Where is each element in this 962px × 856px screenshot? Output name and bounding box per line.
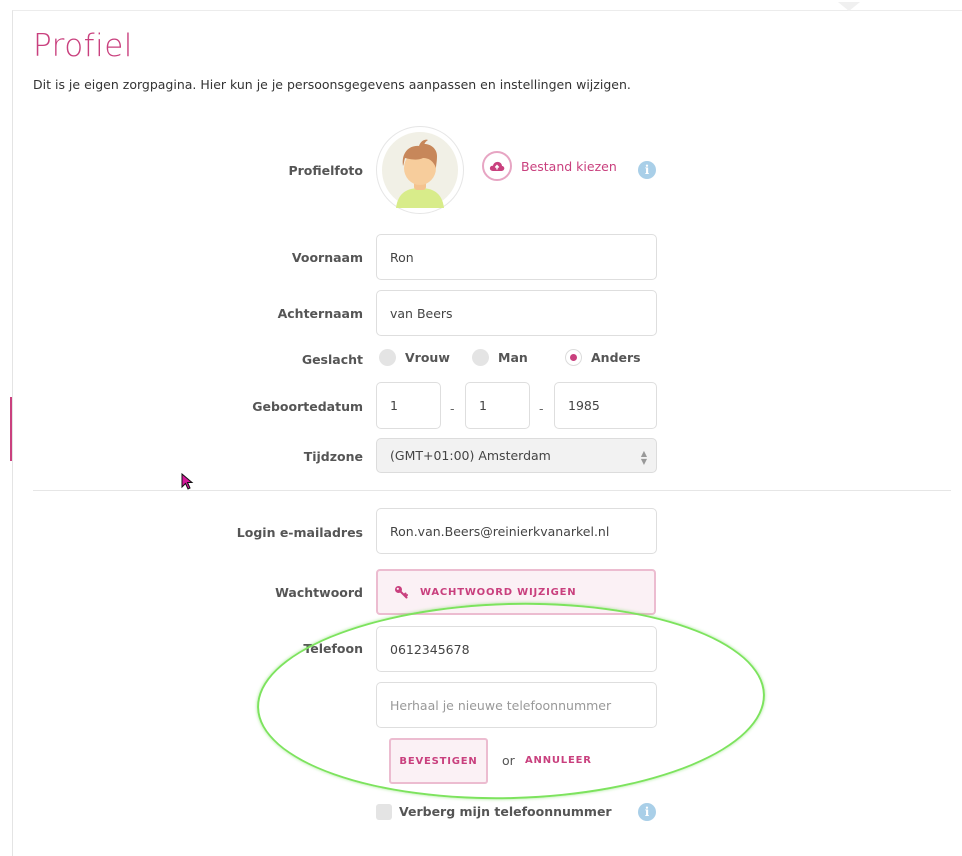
change-password-button[interactable]: WACHTWOORD WIJZIGEN — [376, 569, 656, 615]
birth-day-input[interactable] — [390, 398, 440, 413]
page-subtitle: Dit is je eigen zorgpagina. Hier kun je … — [33, 77, 631, 92]
phone-label: Telefoon — [303, 641, 363, 656]
password-label: Wachtwoord — [275, 585, 363, 600]
gender-option-label: Anders — [591, 350, 641, 365]
phone-field[interactable] — [376, 626, 657, 672]
confirm-button[interactable]: BEVESTIGEN — [389, 738, 488, 784]
gender-option-man[interactable]: Man — [472, 349, 528, 366]
key-icon — [395, 586, 408, 599]
first-name-label: Voornaam — [291, 250, 363, 265]
login-email-label: Login e-mailadres — [236, 525, 363, 540]
last-name-input[interactable] — [390, 305, 656, 321]
first-name-input[interactable] — [390, 249, 656, 265]
birth-year-field[interactable] — [554, 382, 657, 429]
phone-repeat-input[interactable] — [390, 697, 656, 713]
timezone-select[interactable]: (GMT+01:00) Amsterdam ▲ ▼ — [376, 438, 657, 473]
first-name-field[interactable] — [376, 234, 657, 280]
change-password-label: WACHTWOORD WIJZIGEN — [420, 586, 577, 598]
cloud-upload-icon — [482, 151, 512, 181]
birth-month-input[interactable] — [479, 398, 529, 413]
gender-option-vrouw[interactable]: Vrouw — [379, 349, 450, 366]
radio-unchecked-icon — [379, 349, 396, 366]
last-name-field[interactable] — [376, 290, 657, 336]
login-email-input[interactable] — [390, 523, 656, 539]
avatar-illustration — [382, 132, 458, 208]
info-icon[interactable]: i — [638, 803, 656, 821]
radio-checked-icon — [565, 349, 582, 366]
birth-day-field[interactable] — [376, 382, 441, 429]
phone-repeat-field[interactable] — [376, 682, 657, 728]
page-title: Profiel — [33, 28, 133, 64]
card-notch — [838, 2, 860, 11]
gender-option-label: Vrouw — [405, 350, 450, 365]
hide-phone-checkbox[interactable] — [376, 804, 392, 820]
mouse-cursor-icon — [181, 473, 194, 490]
gender-label: Geslacht — [301, 352, 363, 367]
date-separator: - — [450, 401, 455, 416]
birthdate-label: Geboortedatum — [252, 399, 363, 414]
choose-file-label: Bestand kiezen — [521, 158, 617, 174]
last-name-label: Achternaam — [277, 306, 363, 321]
timezone-value: (GMT+01:00) Amsterdam — [390, 448, 551, 463]
radio-unchecked-icon — [472, 349, 489, 366]
timezone-label: Tijdzone — [303, 449, 363, 464]
select-arrows-icon: ▲ ▼ — [640, 449, 647, 466]
avatar — [376, 126, 464, 214]
birth-month-field[interactable] — [465, 382, 530, 429]
or-text: or — [502, 753, 515, 768]
side-accent-bar — [10, 397, 12, 461]
date-separator: - — [539, 401, 544, 416]
profile-card — [12, 10, 962, 856]
cancel-link[interactable]: ANNULEER — [525, 755, 592, 766]
profile-photo-label: Profielfoto — [288, 163, 363, 178]
hide-phone-label[interactable]: Verberg mijn telefoonnummer — [399, 804, 612, 819]
info-icon[interactable]: i — [638, 161, 656, 179]
phone-input[interactable] — [390, 641, 656, 657]
birth-year-input[interactable] — [568, 398, 656, 413]
login-email-field[interactable] — [376, 508, 657, 554]
choose-file-button[interactable]: Bestand kiezen — [482, 151, 617, 181]
gender-option-label: Man — [498, 350, 528, 365]
section-divider — [33, 490, 951, 491]
gender-option-anders[interactable]: Anders — [565, 349, 641, 366]
